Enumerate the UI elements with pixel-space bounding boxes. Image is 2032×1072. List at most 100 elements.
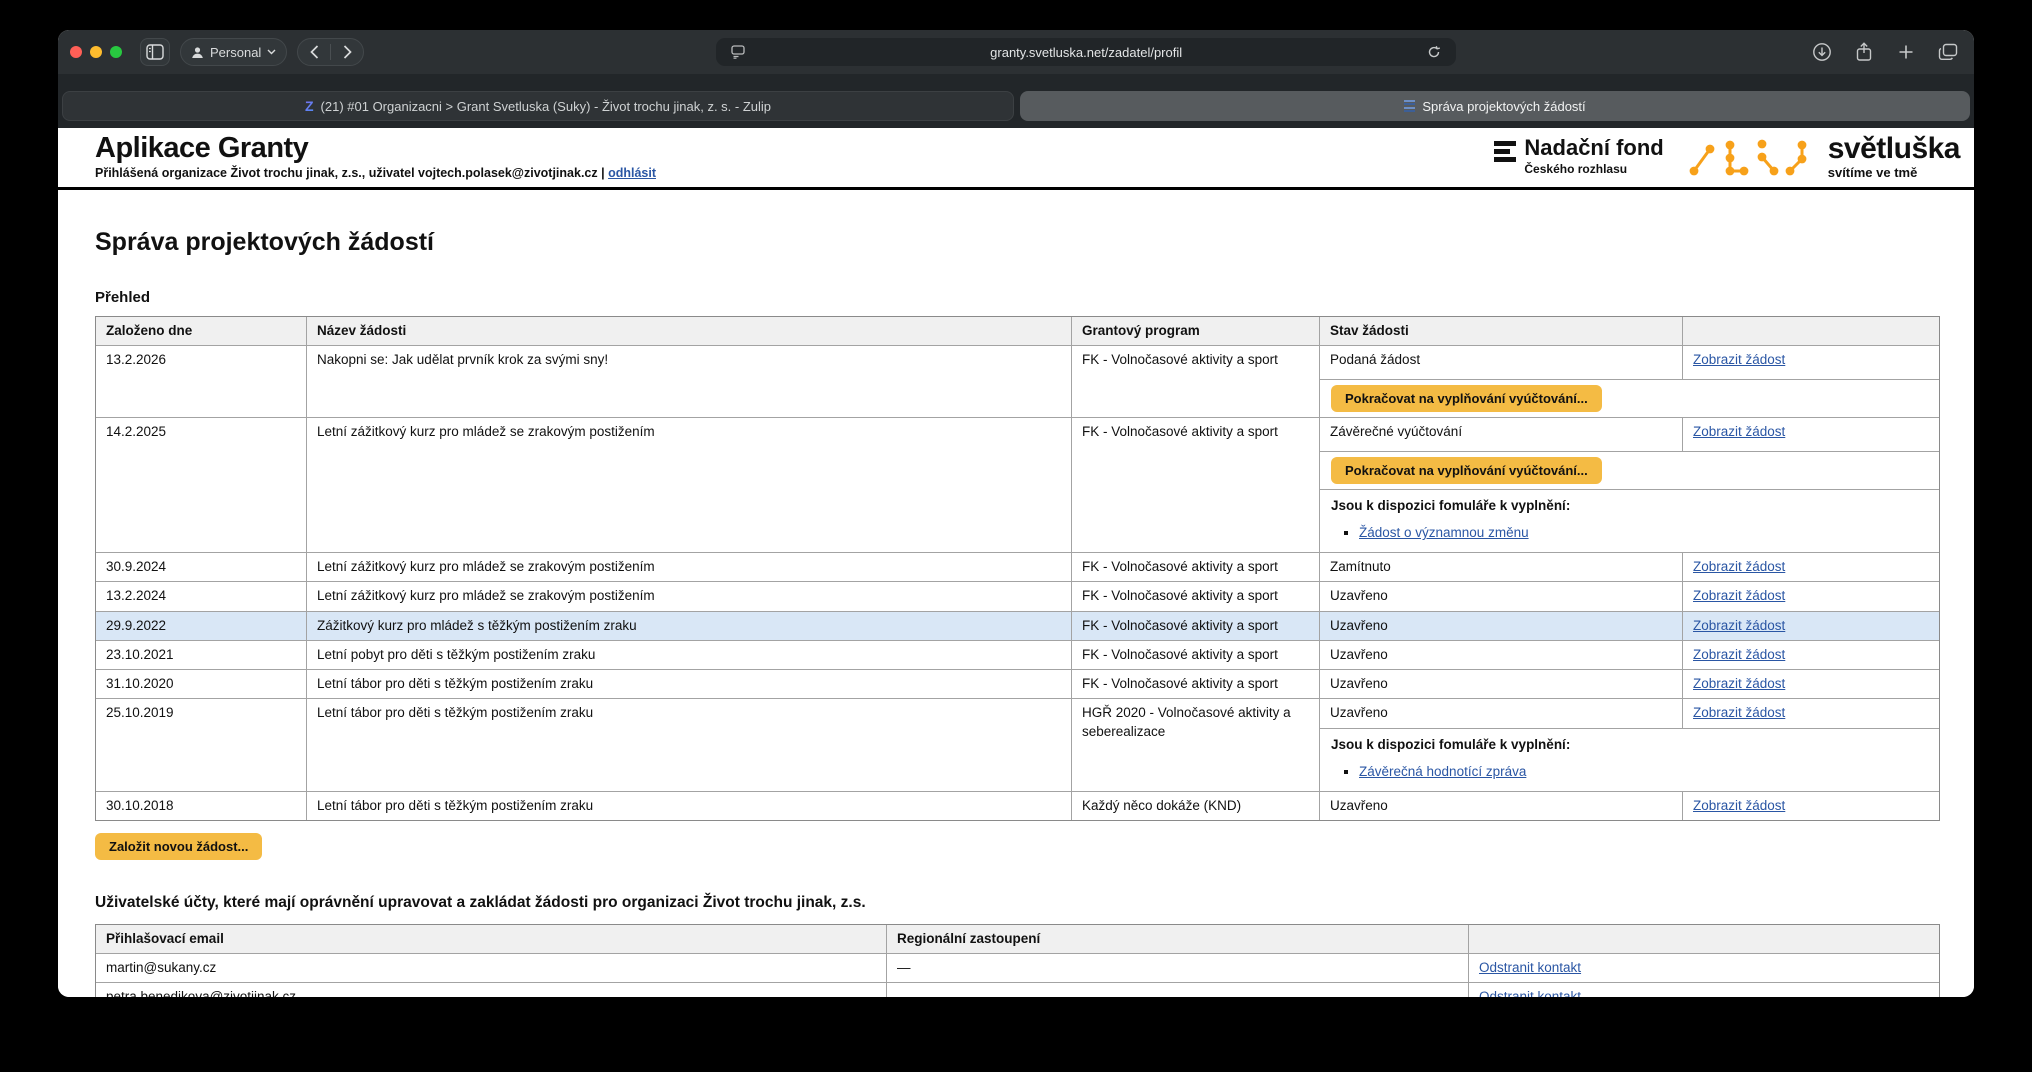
cro-bars-icon [1494, 141, 1516, 162]
screen: Personal granty.svetluska.net/zadatel [0, 0, 2032, 1072]
application-date: 29.9.2022 [96, 612, 306, 640]
toolbar-actions [1808, 38, 1962, 66]
account-region: — [886, 983, 1468, 997]
profile-switcher[interactable]: Personal [180, 38, 287, 66]
web-page: Aplikace Granty Přihlášená organizace Ži… [58, 128, 1974, 997]
application-status: Uzavřeno [1320, 670, 1682, 698]
application-name: Letní tábor pro děti s těžkým postižením… [306, 699, 1071, 790]
application-name: Letní pobyt pro děti s těžkým postižením… [306, 641, 1071, 669]
application-date: 25.10.2019 [96, 699, 306, 790]
svetluska-logo: světluška svítíme ve tmě [1686, 134, 1960, 180]
view-application-link[interactable]: Zobrazit žádost [1693, 424, 1785, 439]
application-date: 30.10.2018 [96, 792, 306, 820]
remove-contact-link[interactable]: Odstranit kontakt [1479, 989, 1581, 997]
application-status: Uzavřeno [1320, 582, 1682, 610]
address-bar[interactable]: granty.svetluska.net/zadatel/profil [716, 38, 1456, 66]
nadacni-fond-logo: Nadační fond Českého rozhlasu [1494, 137, 1663, 176]
chevron-down-icon [267, 49, 276, 55]
view-application-link[interactable]: Zobrazit žádost [1693, 647, 1785, 662]
url-text: granty.svetluska.net/zadatel/profil [752, 45, 1420, 60]
application-program: FK - Volnočasové aktivity a sport [1071, 346, 1319, 417]
tab-zulip[interactable]: Z (21) #01 Organizacni > Grant Svetluska… [62, 91, 1014, 121]
account-email: petra.benedikova@zivotjinak.cz [96, 983, 886, 997]
sidebar-toggle-button[interactable] [140, 38, 170, 66]
application-status: Uzavřeno [1320, 792, 1682, 820]
application-status: Uzavřeno [1320, 641, 1682, 669]
application-name: Letní zážitkový kurz pro mládež se zrako… [306, 553, 1071, 581]
view-application-link[interactable]: Zobrazit žádost [1693, 705, 1785, 720]
table-row: 25.10.2019 Letní tábor pro děti s těžkým… [96, 698, 1939, 790]
login-info: Přihlášená organizace Život trochu jinak… [95, 166, 656, 180]
table-row-selected: 29.9.2022 Zážitkový kurz pro mládež s tě… [96, 611, 1939, 640]
form-link[interactable]: Závěrečná hodnotící zpráva [1359, 764, 1526, 779]
minimize-window-button[interactable] [90, 46, 102, 58]
application-date: 13.2.2026 [96, 346, 306, 417]
application-name: Letní tábor pro děti s těžkým postižením… [306, 792, 1071, 820]
table-row: 23.10.2021 Letní pobyt pro děti s těžkým… [96, 640, 1939, 669]
granty-favicon [1404, 100, 1415, 113]
view-application-link[interactable]: Zobrazit žádost [1693, 588, 1785, 603]
table-row: 30.9.2024 Letní zážitkový kurz pro mláde… [96, 552, 1939, 581]
application-name: Letní zážitkový kurz pro mládež se zrako… [306, 582, 1071, 610]
browser-toolbar: Personal granty.svetluska.net/zadatel [58, 30, 1974, 74]
continue-settlement-button[interactable]: Pokračovat na vyplňování vyúčtování... [1331, 385, 1602, 412]
view-application-link[interactable]: Zobrazit žádost [1693, 676, 1785, 691]
page-settings-icon[interactable] [724, 38, 752, 66]
person-icon [191, 46, 204, 59]
application-status: Uzavřeno [1320, 612, 1682, 640]
view-application-link[interactable]: Zobrazit žádost [1693, 618, 1785, 633]
view-application-link[interactable]: Zobrazit žádost [1693, 559, 1785, 574]
view-application-link[interactable]: Zobrazit žádost [1693, 798, 1785, 813]
history-nav [297, 38, 364, 66]
reload-icon[interactable] [1420, 38, 1448, 66]
new-tab-icon[interactable] [1892, 38, 1920, 66]
zoom-window-button[interactable] [110, 46, 122, 58]
application-program: HGŘ 2020 - Volnočasové aktivity a sebere… [1071, 699, 1319, 790]
continue-settlement-button[interactable]: Pokračovat na vyplňování vyúčtování... [1331, 457, 1602, 484]
window-controls [70, 46, 122, 58]
col-header-actions [1468, 925, 1939, 953]
account-row: martin@sukany.cz — Odstranit kontakt [96, 953, 1939, 982]
site-header: Aplikace Granty Přihlášená organizace Ži… [58, 128, 1974, 190]
application-date: 23.10.2021 [96, 641, 306, 669]
applications-table-header: Založeno dne Název žádosti Grantový prog… [96, 317, 1939, 345]
application-program: FK - Volnočasové aktivity a sport [1071, 641, 1319, 669]
col-header-region: Regionální zastoupení [886, 925, 1468, 953]
application-status: Závěrečné vyúčtování [1320, 418, 1682, 451]
header-logos: Nadační fond Českého rozhlasu [1494, 134, 1960, 180]
application-date: 14.2.2025 [96, 418, 306, 552]
tab-overview-icon[interactable] [1934, 38, 1962, 66]
tab-label: Správa projektových žádostí [1422, 99, 1585, 114]
tab-label: (21) #01 Organizacni > Grant Svetluska (… [321, 99, 771, 114]
forms-intro: Jsou k dispozici fomuláře k vyplnění: [1331, 498, 1928, 513]
share-icon[interactable] [1850, 38, 1878, 66]
table-row: 31.10.2020 Letní tábor pro děti s těžkým… [96, 669, 1939, 698]
accounts-table-header: Přihlašovací email Regionální zastoupení [96, 925, 1939, 953]
col-header-name: Název žádosti [306, 317, 1071, 345]
available-forms-block: Jsou k dispozici fomuláře k vyplnění: Žá… [1320, 489, 1939, 552]
forward-button[interactable] [331, 39, 363, 65]
form-link[interactable]: Žádost o významnou změnu [1359, 525, 1529, 540]
tab-sprava-zadosti[interactable]: Správa projektových žádostí [1020, 91, 1970, 121]
back-button[interactable] [298, 39, 330, 65]
account-region: — [886, 954, 1468, 982]
new-application-button[interactable]: Založit novou žádost... [95, 833, 262, 860]
page-content: Správa projektových žádostí Přehled Zalo… [58, 190, 1974, 997]
view-application-link[interactable]: Zobrazit žádost [1693, 352, 1785, 367]
tab-bar: Z (21) #01 Organizacni > Grant Svetluska… [58, 74, 1974, 128]
col-header-actions [1682, 317, 1939, 345]
application-name: Letní zážitkový kurz pro mládež se zrako… [306, 418, 1071, 552]
table-row: 30.10.2018 Letní tábor pro děti s těžkým… [96, 791, 1939, 820]
close-window-button[interactable] [70, 46, 82, 58]
profile-label: Personal [210, 45, 261, 60]
safari-window: Personal granty.svetluska.net/zadatel [58, 30, 1974, 997]
table-row: 14.2.2025 Letní zážitkový kurz pro mláde… [96, 417, 1939, 552]
downloads-icon[interactable] [1808, 38, 1836, 66]
remove-contact-link[interactable]: Odstranit kontakt [1479, 960, 1581, 975]
app-title: Aplikace Granty [95, 133, 656, 165]
logout-link[interactable]: odhlásit [608, 166, 656, 180]
overview-heading: Přehled [95, 289, 1940, 306]
application-status: Zamítnuto [1320, 553, 1682, 581]
application-program: FK - Volnočasové aktivity a sport [1071, 553, 1319, 581]
application-program: FK - Volnočasové aktivity a sport [1071, 612, 1319, 640]
